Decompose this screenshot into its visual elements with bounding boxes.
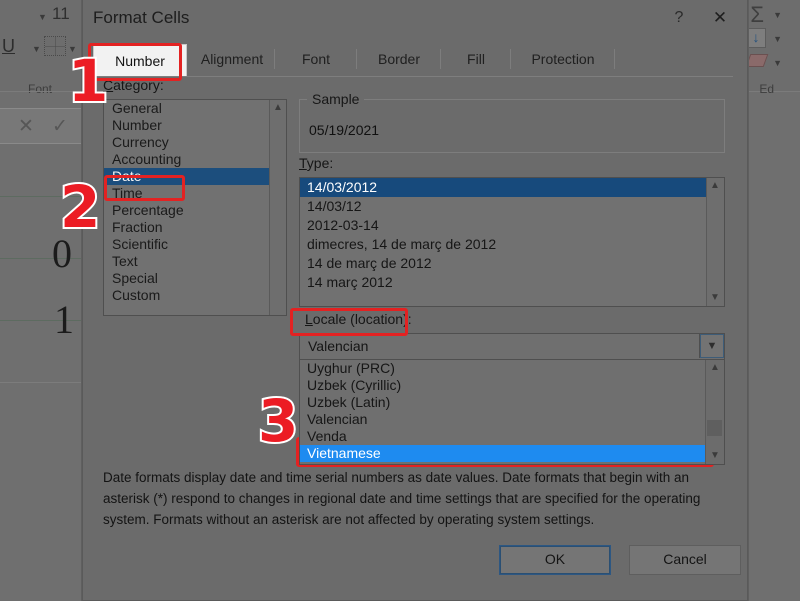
category-listbox[interactable]: General Number Currency Accounting Date …	[103, 99, 287, 316]
tab-protection-label: Protection	[531, 51, 595, 67]
type-label-accel: T	[299, 155, 307, 171]
type-item-4[interactable]: 14 de març de 2012	[300, 254, 707, 273]
type-item-0[interactable]: 14/03/2012	[300, 178, 707, 197]
locale-selected-value: Valencian	[308, 338, 369, 354]
locale-options: Uyghur (PRC) Uzbek (Cyrillic) Uzbek (Lat…	[300, 360, 706, 462]
type-scrollbar[interactable]: ▲ ▼	[706, 178, 724, 306]
annotation-badge-3: 3	[256, 387, 300, 455]
category-scrollbar[interactable]: ▲	[269, 100, 286, 315]
chevron-up-icon[interactable]: ▲	[706, 360, 724, 376]
locale-dropdown-scrollbar[interactable]: ▲ ▼	[705, 360, 724, 464]
editing-group-label: Ed	[759, 82, 774, 96]
borders-icon[interactable]	[44, 36, 66, 56]
annotation-badge-1: 1	[66, 47, 110, 115]
category-item-general[interactable]: General	[104, 100, 268, 117]
locale-option-vietnamese[interactable]: Vietnamese	[300, 445, 706, 462]
grid-line	[0, 382, 84, 383]
dialog-titlebar[interactable]: Format Cells ? ✕	[83, 0, 747, 37]
help-description: Date formats display date and time seria…	[103, 470, 701, 527]
locale-combobox[interactable]: Valencian ▼	[299, 333, 725, 361]
accept-icon[interactable]: ✓	[52, 115, 68, 138]
locale-dropdown-list[interactable]: Uyghur (PRC) Uzbek (Cyrillic) Uzbek (Lat…	[299, 359, 725, 465]
chevron-down-icon[interactable]: ▼	[707, 290, 723, 306]
type-label: Type:	[299, 155, 333, 171]
help-icon[interactable]: ?	[666, 6, 692, 30]
close-icon[interactable]: ✕	[705, 6, 735, 30]
category-item-text[interactable]: Text	[104, 253, 268, 270]
cancel-button[interactable]: Cancel	[629, 545, 741, 575]
dialog-button-row: OK Cancel	[83, 545, 747, 585]
cancel-icon[interactable]: ✕	[18, 115, 34, 138]
dialog-title: Format Cells	[93, 8, 190, 27]
clear-chevron-down-icon[interactable]: ▼	[773, 58, 782, 68]
category-item-fraction[interactable]: Fraction	[104, 219, 268, 236]
category-item-percentage[interactable]: Percentage	[104, 202, 268, 219]
tab-divider	[614, 49, 615, 69]
annotation-box-date-category	[104, 175, 185, 201]
type-item-1[interactable]: 14/03/12	[300, 197, 707, 216]
sample-value: 05/19/2021	[309, 122, 380, 138]
locale-option-venda[interactable]: Venda	[300, 428, 706, 445]
tab-fill[interactable]: Fill	[441, 44, 511, 74]
chevron-up-icon[interactable]: ▲	[270, 100, 286, 116]
annotation-badge-2: 2	[58, 173, 102, 241]
autosum-chevron-down-icon[interactable]: ▼	[773, 10, 782, 20]
tab-border-label: Border	[377, 51, 421, 67]
type-item-3[interactable]: dimecres, 14 de març de 2012	[300, 235, 707, 254]
category-item-currency[interactable]: Currency	[104, 134, 268, 151]
category-item-accounting[interactable]: Accounting	[104, 151, 268, 168]
chevron-down-icon[interactable]: ▼	[699, 334, 724, 358]
category-item-special[interactable]: Special	[104, 270, 268, 287]
tab-alignment-label: Alignment	[200, 51, 264, 67]
tab-border[interactable]: Border	[357, 44, 441, 74]
tab-alignment[interactable]: Alignment	[189, 44, 275, 74]
sample-caption: Sample	[307, 91, 365, 107]
type-list: 14/03/2012 14/03/12 2012-03-14 dimecres,…	[300, 178, 707, 292]
type-item-5[interactable]: 14 març 2012	[300, 273, 707, 292]
type-listbox[interactable]: 14/03/2012 14/03/12 2012-03-14 dimecres,…	[299, 177, 725, 307]
fill-chevron-down-icon[interactable]: ▼	[773, 34, 782, 44]
locale-option-uzbek-latin[interactable]: Uzbek (Latin)	[300, 394, 706, 411]
tab-font[interactable]: Font	[275, 44, 357, 74]
fill-down-icon[interactable]: ↓	[746, 28, 766, 48]
category-item-custom[interactable]: Custom	[104, 287, 268, 304]
category-list: General Number Currency Accounting Date …	[104, 100, 276, 304]
sigma-icon[interactable]: Σ	[750, 2, 764, 28]
ok-button[interactable]: OK	[499, 545, 611, 575]
type-label-rest: ype:	[306, 155, 334, 171]
cell-value[interactable]: 1	[54, 296, 74, 343]
locale-option-uyghur[interactable]: Uyghur (PRC)	[300, 360, 706, 377]
category-item-number[interactable]: Number	[104, 117, 268, 134]
number-tab-panel: Category: General Number Currency Accoun…	[93, 77, 733, 532]
locale-option-uzbek-cyrillic[interactable]: Uzbek (Cyrillic)	[300, 377, 706, 394]
font-size-value[interactable]: 11	[52, 4, 70, 24]
tab-strip: Number Alignment Font Border Fill Protec…	[93, 44, 733, 77]
category-item-scientific[interactable]: Scientific	[104, 236, 268, 253]
tab-fill-label: Fill	[467, 51, 485, 67]
format-cells-dialog: Format Cells ? ✕ Number Alignment Font B…	[82, 0, 748, 601]
font-group-label: Font	[28, 82, 53, 96]
font-size-chevron-down-icon[interactable]: ▼	[38, 12, 47, 22]
annotation-box-locale-label	[290, 308, 408, 336]
tab-protection[interactable]: Protection	[511, 44, 615, 74]
chevron-up-icon[interactable]: ▲	[707, 178, 723, 194]
underline-chevron-down-icon[interactable]: ▼	[32, 44, 41, 54]
type-item-2[interactable]: 2012-03-14	[300, 216, 707, 235]
chevron-down-icon[interactable]: ▼	[706, 448, 724, 464]
tab-font-label: Font	[301, 51, 330, 67]
underline-button[interactable]: U	[2, 36, 15, 57]
scrollbar-thumb[interactable]	[707, 420, 722, 436]
locale-option-valencian[interactable]: Valencian	[300, 411, 706, 428]
